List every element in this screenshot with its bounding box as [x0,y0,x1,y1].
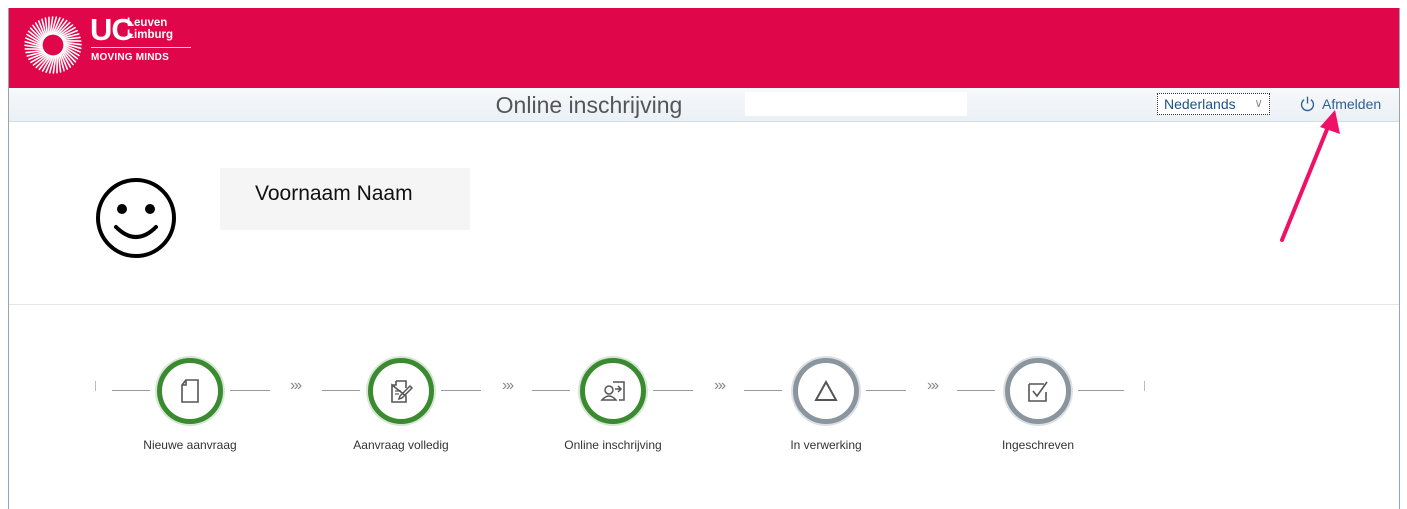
flow-line [322,390,360,391]
flow-line [957,390,995,391]
flow-line [1078,390,1124,391]
document-icon [181,379,199,403]
annotation-arrow [1280,110,1340,242]
person-arrow-icon [600,381,625,401]
profile-section: Voornaam Naam [9,121,1399,305]
user-name: Voornaam Naam [255,182,413,205]
checkbox-icon [1028,381,1048,402]
flow-arrows: »› [714,377,726,394]
flow-arrows: »› [290,377,302,394]
brand-bar: UC Leuven Limburg MOVING MINDS [9,8,1399,88]
flow-line [653,390,693,391]
step-nieuwe-aanvraag[interactable] [157,358,223,424]
flow-arrows: »› [927,377,939,394]
logo-divider [91,47,191,48]
flow-line [230,390,270,391]
step-label: Online inschrijving [564,438,662,452]
flow-line [532,390,570,391]
avatar [80,175,192,261]
step-ingeschreven[interactable] [1005,358,1071,424]
step-in-verwerking[interactable] [793,358,859,424]
flow-line [112,390,150,391]
document-edit-icon [391,380,414,403]
process-flow: »› »› »› »› Nieuwe aanvraag Aanvraag vol… [9,304,1399,509]
step-aanvraag-volledig[interactable] [368,358,434,424]
flow-arrows: »› [502,377,514,394]
flow-start-marker [95,381,96,391]
step-label: Aanvraag volledig [353,438,449,452]
flow-line [866,390,906,391]
triangle-icon [814,379,838,401]
step-label: Nieuwe aanvraag [143,438,237,452]
step-label: Ingeschreven [1001,438,1075,452]
language-select[interactable]: Nederlands ∨ [1157,93,1270,115]
sun-logo-icon [24,16,82,74]
redacted-area [745,92,967,116]
flow-end-marker [1144,381,1145,391]
smiley-icon [96,178,176,258]
logo-place: Leuven Limburg [127,17,173,41]
logo-tagline: MOVING MINDS [91,52,169,63]
flow-line [744,390,782,391]
app-frame: UC Leuven Limburg MOVING MINDS Online in… [8,8,1400,509]
flow-line [441,390,481,391]
step-online-inschrijving[interactable] [580,358,646,424]
step-label: In verwerking [790,438,862,452]
